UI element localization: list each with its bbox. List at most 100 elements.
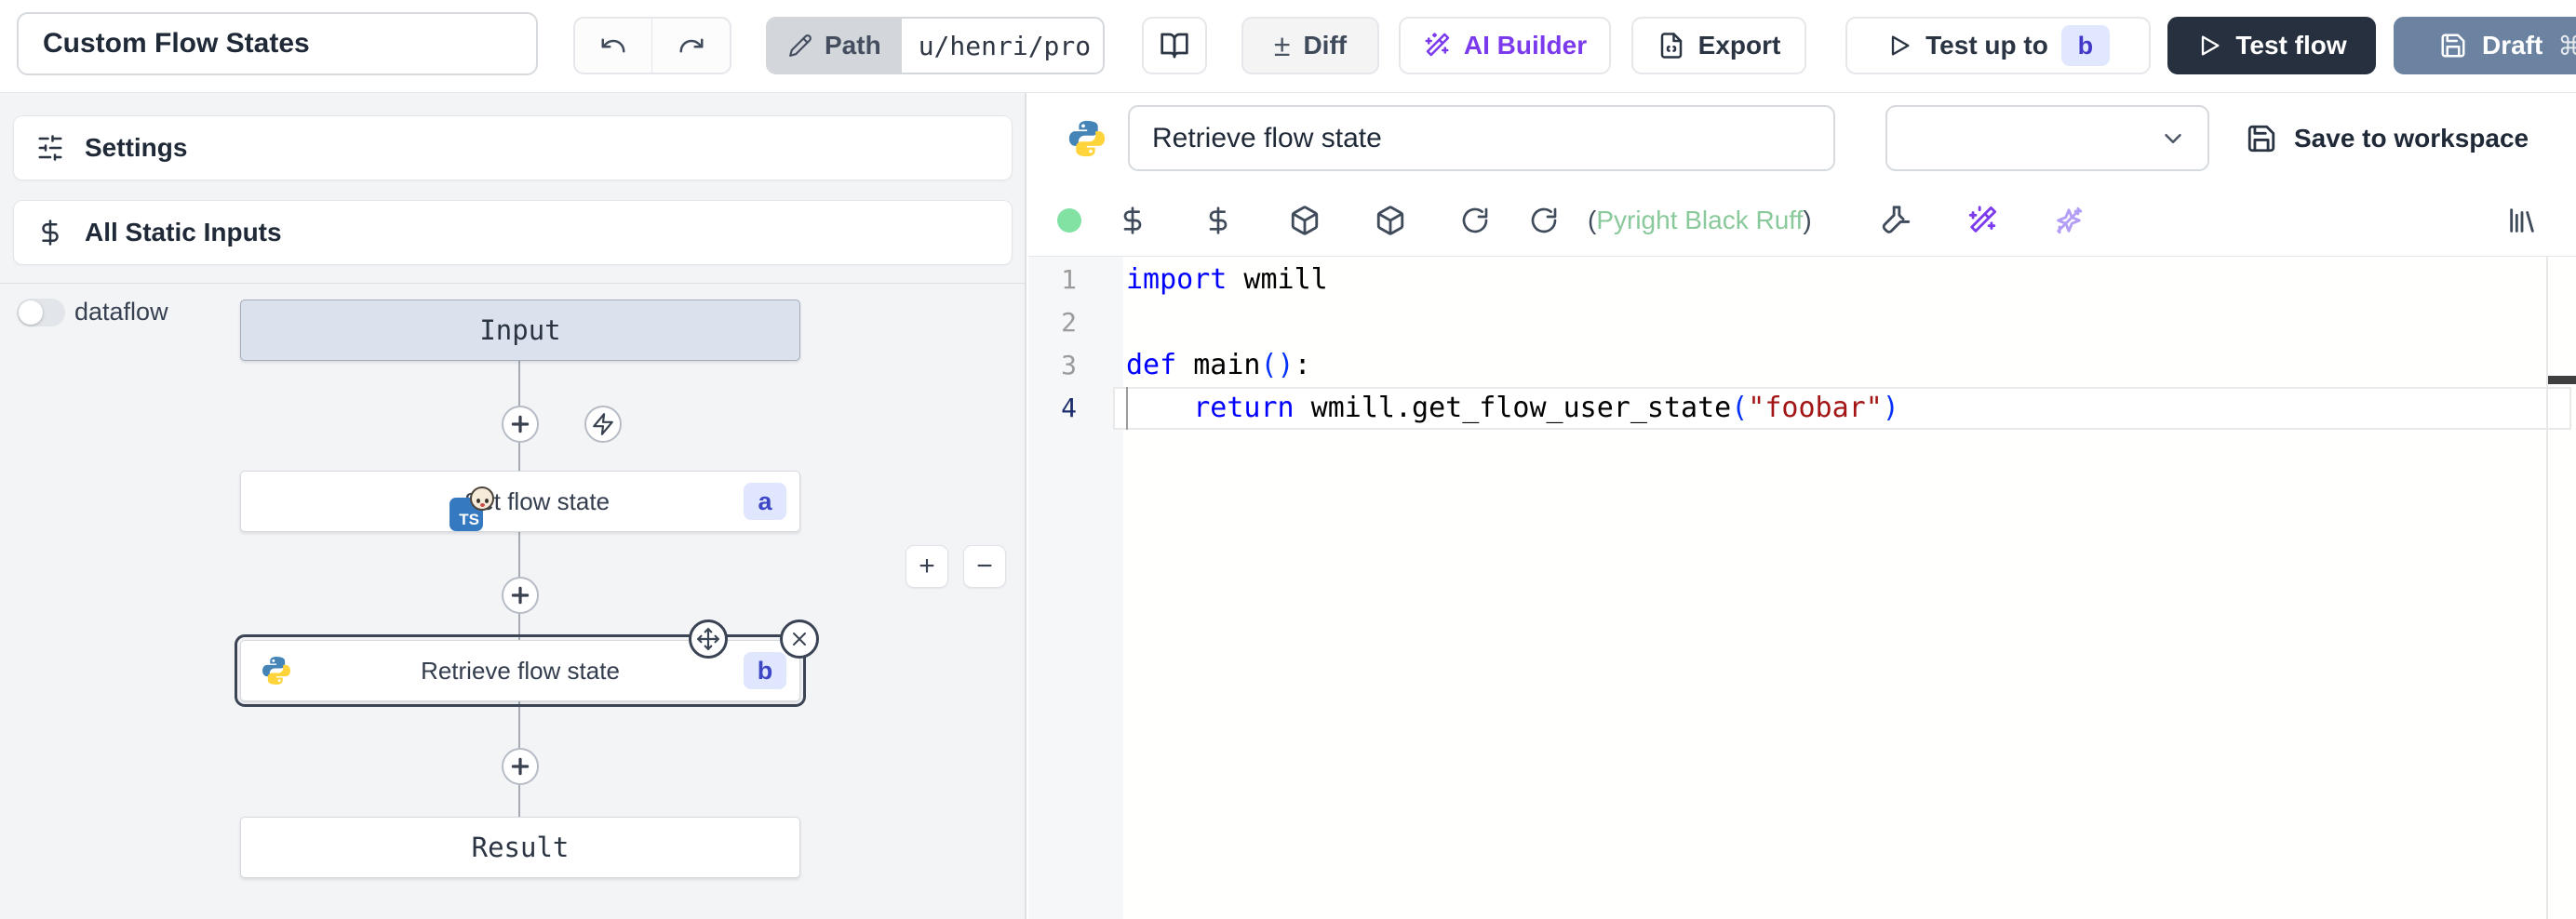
graph-node-set-flow-state[interactable]: TS Set flow state a <box>240 471 800 532</box>
bun-icon <box>470 486 494 511</box>
diff-button[interactable]: ± Diff <box>1241 17 1379 74</box>
toggle-knob <box>19 300 43 325</box>
ai-builder-label: AI Builder <box>1464 31 1587 60</box>
ai-sparkles-icon[interactable] <box>2053 205 2085 236</box>
refresh-icon[interactable] <box>1529 206 1559 235</box>
save-to-workspace-button[interactable]: Save to workspace <box>2246 105 2529 171</box>
export-button[interactable]: Export <box>1631 17 1806 74</box>
path-label-segment: Path <box>768 19 902 73</box>
path-label: Path <box>825 31 881 60</box>
flow-editor-left-panel: Settings All Static Inputs dataflow + − … <box>0 93 1026 919</box>
python-icon <box>260 654 293 687</box>
python-icon <box>1066 117 1108 160</box>
trigger-button[interactable] <box>584 406 622 443</box>
test-up-to-label: Test up to <box>1925 31 2048 60</box>
dataflow-label: dataflow <box>74 298 168 326</box>
minimap-divider <box>2546 257 2548 919</box>
result-node-label: Result <box>472 832 570 863</box>
save-icon <box>2439 32 2467 60</box>
line-number: 2 <box>1028 301 1077 344</box>
dollar-icon <box>36 219 64 246</box>
graph-node-result[interactable]: Result <box>240 817 800 878</box>
insert-step-button[interactable] <box>502 577 539 614</box>
status-dot <box>1057 208 1081 233</box>
top-toolbar: Path u/henri/pro ± Diff AI Builder Expor… <box>0 0 2576 93</box>
zoom-in-button[interactable]: + <box>906 545 948 588</box>
insert-step-button[interactable] <box>502 406 539 443</box>
draft-label: Draft <box>2482 31 2542 60</box>
overview-ruler-cursor-marker <box>2548 376 2576 384</box>
dataflow-toggle[interactable] <box>17 299 65 326</box>
book-open-icon <box>1160 31 1189 60</box>
graph-node-input[interactable]: Input <box>240 300 800 361</box>
line-number: 3 <box>1028 344 1077 387</box>
docs-button[interactable] <box>1142 17 1207 74</box>
editor-toolbar: (Pyright Black Ruff) <box>1028 184 2576 257</box>
paintbrush-icon[interactable] <box>1881 205 1912 236</box>
settings-label: Settings <box>85 133 187 163</box>
workspace-script-select[interactable] <box>1885 105 2209 171</box>
input-node-label: Input <box>479 314 560 346</box>
package-icon[interactable] <box>1289 205 1321 236</box>
magic-wand-icon[interactable] <box>1966 205 1998 236</box>
export-label: Export <box>1698 31 1781 60</box>
code-line <box>1126 301 1899 344</box>
settings-row[interactable]: Settings <box>13 115 1013 180</box>
path-value: u/henri/pro <box>902 19 1105 73</box>
step-id-badge: b <box>744 652 786 689</box>
redo-icon <box>678 32 705 60</box>
plus-circle-icon <box>508 754 532 779</box>
assistants-names: Pyright Black Ruff <box>1596 206 1803 234</box>
plus-minus-icon: ± <box>1274 31 1291 60</box>
draft-shortcut: ⌘S <box>2557 31 2576 61</box>
save-draft-button[interactable]: Draft ⌘S <box>2394 17 2576 74</box>
flow-graph-canvas[interactable]: dataflow + − Input TS Set flow state a <box>0 283 1025 919</box>
path-button[interactable]: Path u/henri/pro <box>766 17 1105 74</box>
all-static-inputs-row[interactable]: All Static Inputs <box>13 200 1013 265</box>
ai-builder-button[interactable]: AI Builder <box>1399 17 1611 74</box>
sliders-icon <box>36 134 64 162</box>
code-line: def main(): <box>1126 344 1899 387</box>
step-header: Save to workspace <box>1028 93 2576 184</box>
bun-typescript-icon: TS <box>449 498 483 531</box>
undo-button[interactable] <box>575 19 652 73</box>
redo-button[interactable] <box>652 19 730 73</box>
save-to-workspace-label: Save to workspace <box>2294 124 2529 153</box>
zoom-out-button[interactable]: − <box>963 545 1006 588</box>
flow-title-input[interactable] <box>17 12 538 75</box>
step-id-badge: a <box>744 483 786 520</box>
save-icon <box>2246 123 2277 154</box>
step-name-input[interactable] <box>1128 105 1835 171</box>
code-editor[interactable]: 1 2 3 4 import wmill def main(): return … <box>1028 257 2576 919</box>
package-icon[interactable] <box>1375 205 1406 236</box>
chevron-down-icon <box>2159 125 2187 153</box>
retrieve-node-label: Retrieve flow state <box>421 657 620 686</box>
test-up-to-step-badge: b <box>2061 25 2110 66</box>
delete-step-button[interactable] <box>780 619 819 659</box>
code-content[interactable]: import wmill def main(): return wmill.ge… <box>1126 259 1899 430</box>
library-icon[interactable] <box>2506 205 2538 236</box>
line-number: 1 <box>1028 259 1077 301</box>
line-number-active: 4 <box>1028 387 1077 430</box>
diff-label: Diff <box>1303 31 1347 60</box>
test-up-to-button[interactable]: Test up to b <box>1845 17 2151 74</box>
all-static-inputs-label: All Static Inputs <box>85 218 282 247</box>
step-editor-panel: Save to workspace (Pyright Black Ruff) 1… <box>1028 93 2576 919</box>
undo-redo-group <box>573 17 731 74</box>
dollar-icon[interactable] <box>1203 206 1233 235</box>
test-flow-button[interactable]: Test flow <box>2167 17 2376 74</box>
pencil-icon <box>788 33 812 58</box>
move-icon <box>696 627 720 651</box>
move-step-button[interactable] <box>689 619 728 659</box>
play-icon <box>1886 33 1912 59</box>
undo-icon <box>599 32 627 60</box>
magic-wand-icon <box>1423 32 1451 60</box>
dollar-icon[interactable] <box>1118 206 1147 235</box>
test-flow-label: Test flow <box>2235 31 2346 60</box>
plus-circle-icon <box>508 412 532 436</box>
code-line-active: return wmill.get_flow_user_state("foobar… <box>1126 387 1899 430</box>
file-code-icon <box>1657 32 1685 60</box>
plus-circle-icon <box>508 583 532 607</box>
refresh-icon[interactable] <box>1460 206 1490 235</box>
insert-step-button[interactable] <box>502 748 539 785</box>
